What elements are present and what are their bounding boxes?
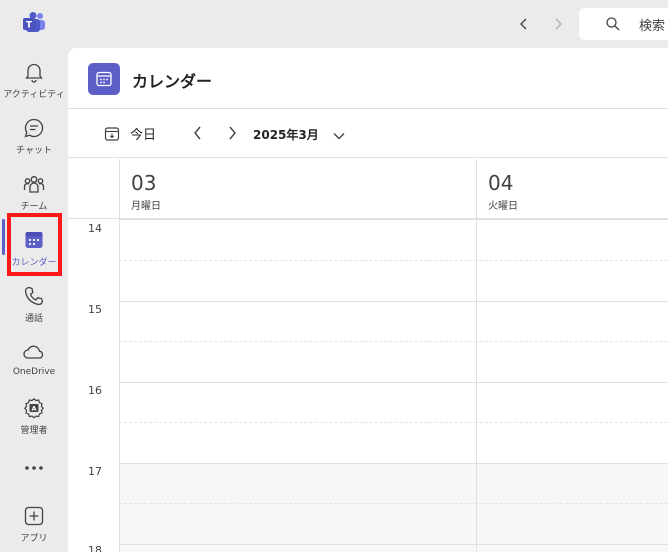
rail-item-activity[interactable]: アクティビティ <box>0 54 68 106</box>
time-grid: 14 15 16 17 18 <box>68 159 668 552</box>
rail-item-label: OneDrive <box>12 367 56 377</box>
rail-item-label: 通話 <box>24 314 43 324</box>
rail-item-label: アプリ <box>20 534 48 544</box>
day-header-tue[interactable]: 04 火曜日 <box>477 159 668 219</box>
hour-label: 15 <box>88 303 102 316</box>
rail-item-chat[interactable]: チャット <box>0 110 68 162</box>
next-week-button[interactable] <box>224 124 240 146</box>
calendar-icon <box>96 71 112 87</box>
hour-line <box>119 544 668 545</box>
calendar-toolbar: 今日 2025年3月 <box>68 110 668 158</box>
chevron-down-icon <box>333 133 345 140</box>
forward-button[interactable] <box>547 13 569 35</box>
search-placeholder: 検索 <box>639 18 666 34</box>
hour-label: 16 <box>88 384 102 397</box>
cloud-icon <box>23 345 44 359</box>
bell-icon <box>25 63 43 83</box>
previous-week-button[interactable] <box>190 124 206 146</box>
svg-text:A: A <box>31 405 36 413</box>
rail-item-teams[interactable]: チーム <box>0 166 68 218</box>
day-header-mon[interactable]: 03 月曜日 <box>120 159 476 219</box>
time-slot[interactable] <box>120 382 476 463</box>
page-title: カレンダー <box>132 72 213 91</box>
today-label: 今日 <box>130 128 157 143</box>
page-header: カレンダー <box>68 48 668 109</box>
day-name: 火曜日 <box>488 201 518 212</box>
app-rail: アクティビティ チャット チーム カレンダー 通話 OneDrive A 管理者… <box>0 48 68 552</box>
calendar-main: カレンダー 今日 2025年3月 03 月曜日 04 火曜日 14 15 16 … <box>68 48 668 552</box>
chevron-right-icon <box>229 126 236 140</box>
time-slot[interactable] <box>120 463 476 544</box>
hour-label: 17 <box>88 465 102 478</box>
time-slot[interactable] <box>120 220 476 301</box>
rail-item-onedrive[interactable]: OneDrive <box>0 334 68 386</box>
search-input[interactable]: 検索 <box>579 8 668 40</box>
teams-people-icon <box>23 176 45 193</box>
hour-label: 18 <box>88 544 102 552</box>
more-apps-button[interactable] <box>0 446 68 498</box>
phone-icon <box>24 286 44 306</box>
rail-item-label: チーム <box>20 202 48 212</box>
more-dots-icon <box>25 466 43 470</box>
admin-gear-icon: A <box>23 397 45 419</box>
chat-icon <box>24 118 44 138</box>
chevron-left-icon <box>194 126 201 140</box>
svg-text:T: T <box>26 21 33 31</box>
day-number: 03 <box>131 171 157 195</box>
search-icon <box>606 17 620 31</box>
day-header-row: 03 月曜日 04 火曜日 <box>68 159 668 219</box>
day-column-divider <box>476 159 477 552</box>
back-button[interactable] <box>513 13 535 35</box>
month-picker-button[interactable] <box>332 127 346 146</box>
chevron-left-icon <box>520 18 527 30</box>
day-number: 04 <box>488 171 514 195</box>
time-slot[interactable] <box>120 301 476 382</box>
month-label[interactable]: 2025年3月 <box>253 126 319 143</box>
hour-label: 14 <box>88 222 102 235</box>
title-bar: T 検索 <box>0 0 668 48</box>
rail-item-calls[interactable]: 通話 <box>0 278 68 330</box>
rail-item-label: アクティビティ <box>3 90 65 100</box>
teams-logo-icon: T <box>23 12 45 32</box>
today-button[interactable]: 今日 <box>104 124 156 143</box>
rail-item-apps[interactable]: アプリ <box>0 498 68 550</box>
add-apps-icon <box>24 506 44 526</box>
rail-item-admin[interactable]: A 管理者 <box>0 390 68 442</box>
calendar-today-icon <box>104 126 120 141</box>
calendar-app-tile <box>88 63 120 95</box>
rail-item-label: チャット <box>16 146 52 156</box>
chevron-right-icon <box>555 18 562 30</box>
active-indicator <box>2 219 5 255</box>
rail-item-label: 管理者 <box>20 426 48 436</box>
highlight-annotation <box>7 213 62 276</box>
day-name: 月曜日 <box>131 201 161 212</box>
